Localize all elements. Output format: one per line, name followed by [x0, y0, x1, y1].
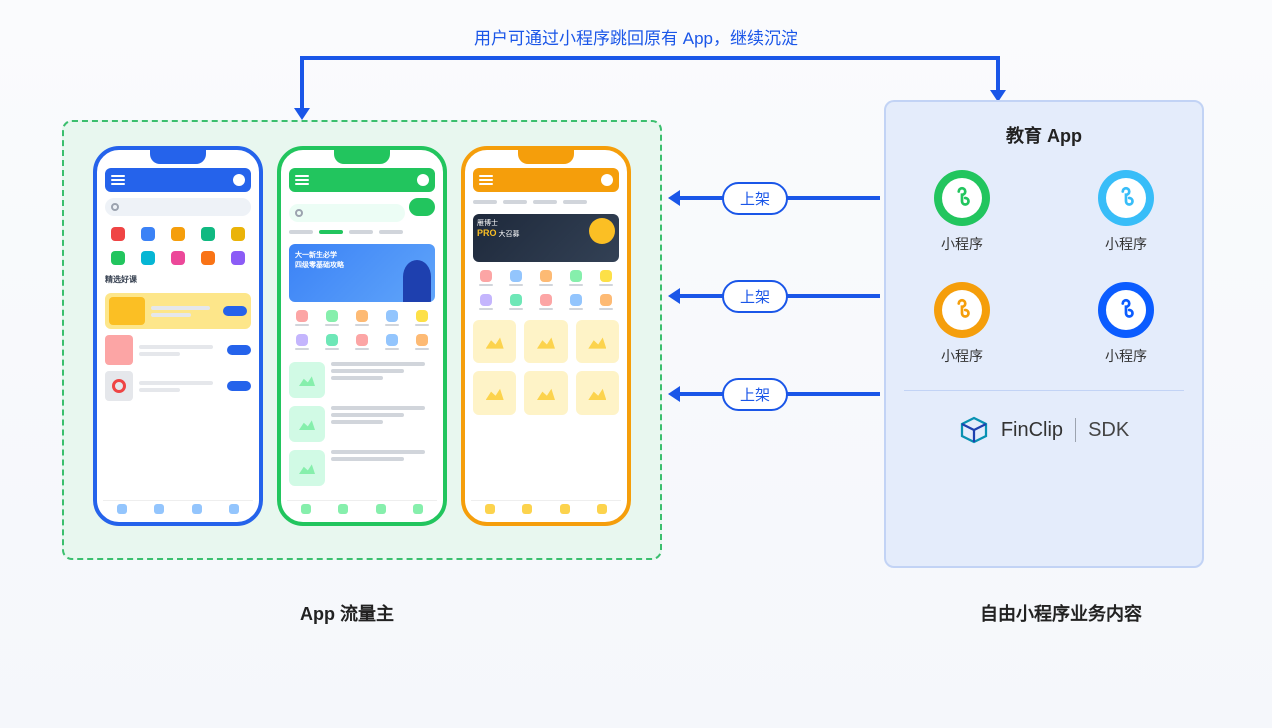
avatar-icon — [233, 174, 245, 186]
tabs-row — [289, 226, 435, 238]
right-panel-title: 教育 App — [904, 122, 1184, 148]
mini-program-label: 小程序 — [1105, 234, 1147, 254]
menu-icon — [479, 175, 493, 185]
hero-banner: 雁博士 PRO 大召募 — [473, 214, 619, 262]
content-list-item — [289, 406, 435, 442]
right-panel-label: 自由小程序业务内容 — [980, 600, 1142, 626]
mini-program-label: 小程序 — [941, 234, 983, 254]
mini-program-item: 小程序 — [1098, 170, 1154, 254]
mini-program-item: 小程序 — [934, 170, 990, 254]
mini-program-item: 小程序 — [1098, 282, 1154, 366]
section-title: 精选好课 — [105, 274, 251, 285]
search-icon — [295, 209, 303, 217]
tab-bar — [287, 500, 437, 516]
tab-bar — [103, 500, 253, 516]
mini-program-label: 小程序 — [941, 346, 983, 366]
mini-program-icon — [1098, 170, 1154, 226]
category-icons — [473, 268, 619, 312]
tab-bar — [471, 500, 621, 516]
content-list-item — [289, 450, 435, 486]
mini-program-icon — [934, 282, 990, 338]
top-arrow-left-down — [300, 56, 304, 112]
separator — [1075, 418, 1076, 442]
hero-banner: 大一新生必学 四级零基础攻略 — [289, 244, 435, 302]
divider — [904, 390, 1184, 391]
sdk-text: SDK — [1088, 419, 1129, 442]
phone-mockup-blue: 精选好课 — [93, 146, 263, 526]
mini-program-item: 小程序 — [934, 282, 990, 366]
publish-badge-1: 上架 — [722, 182, 788, 215]
search-bar — [289, 204, 405, 222]
search-bar — [105, 198, 251, 216]
mini-program-label: 小程序 — [1105, 346, 1147, 366]
right-panel-education-app: 教育 App 小程序 小程序 小程序 — [884, 100, 1204, 568]
feature-card — [105, 293, 251, 329]
phone-mockup-orange: 雁博士 PRO 大召募 — [461, 146, 631, 526]
menu-icon — [295, 175, 309, 185]
content-grid — [473, 320, 619, 415]
finclip-brand-text: FinClip — [1001, 419, 1063, 442]
search-button — [409, 198, 435, 216]
publish-badge-2: 上架 — [722, 280, 788, 313]
search-icon — [111, 203, 119, 211]
mini-program-grid: 小程序 小程序 小程序 小程序 — [904, 170, 1184, 366]
left-panel-app-traffic: 精选好课 大一新生必学 四级零基础 — [62, 120, 662, 560]
top-flow-text: 用户可通过小程序跳回原有 App，继续沉淀 — [474, 24, 798, 49]
category-icons — [289, 308, 435, 352]
avatar-icon — [417, 174, 429, 186]
tabs-row — [473, 196, 619, 208]
phone-mockup-green: 大一新生必学 四级零基础攻略 — [277, 146, 447, 526]
finclip-logo-icon — [959, 415, 989, 445]
nav-icon-grid — [105, 224, 251, 268]
avatar-icon — [601, 174, 613, 186]
finclip-sdk-logo: FinClip SDK — [904, 415, 1184, 445]
top-arrow-horizontal — [300, 56, 1000, 60]
list-item — [105, 371, 251, 401]
menu-icon — [111, 175, 125, 185]
list-item — [105, 335, 251, 365]
publish-badge-3: 上架 — [722, 378, 788, 411]
mini-program-icon — [934, 170, 990, 226]
content-list-item — [289, 362, 435, 398]
left-panel-label: App 流量主 — [300, 600, 394, 626]
mini-program-icon — [1098, 282, 1154, 338]
top-arrow-right-down — [996, 56, 1000, 94]
arrowhead-left — [294, 108, 310, 120]
